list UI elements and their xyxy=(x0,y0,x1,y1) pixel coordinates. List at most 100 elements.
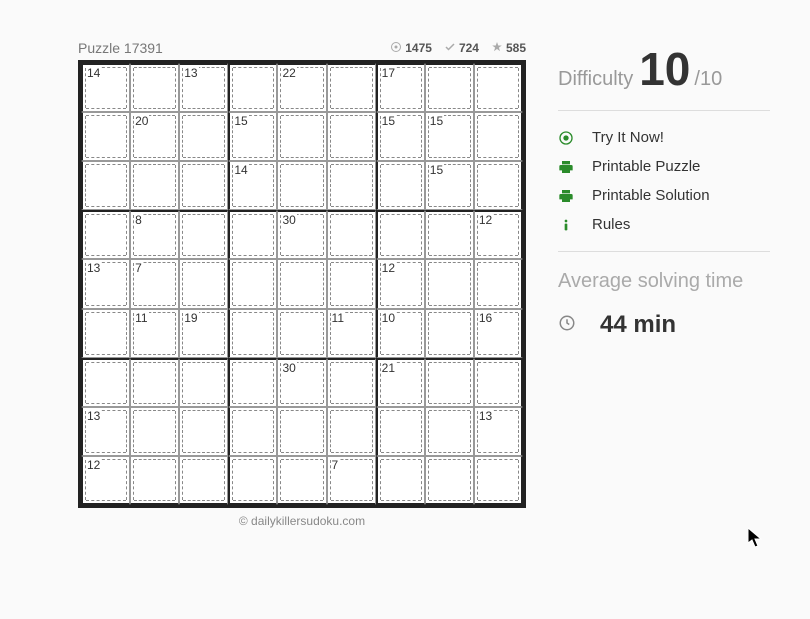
grid-cell[interactable]: 30 xyxy=(277,210,326,259)
grid-cell[interactable] xyxy=(228,63,277,112)
grid-cell[interactable]: 13 xyxy=(81,407,130,456)
grid-cell[interactable] xyxy=(81,210,130,259)
grid-cell[interactable] xyxy=(81,309,130,358)
grid-cell[interactable] xyxy=(179,112,228,161)
grid-cell[interactable]: 30 xyxy=(277,358,326,407)
grid-cell[interactable]: 13 xyxy=(179,63,228,112)
grid-cell[interactable] xyxy=(474,456,523,505)
grid-cell[interactable] xyxy=(179,210,228,259)
printable-solution-link[interactable]: Printable Solution xyxy=(558,187,770,204)
grid-cell[interactable] xyxy=(425,407,474,456)
grid-cell[interactable] xyxy=(277,456,326,505)
grid-cell[interactable] xyxy=(179,407,228,456)
grid-cell[interactable] xyxy=(327,112,376,161)
grid-cell[interactable] xyxy=(425,358,474,407)
grid-cell[interactable] xyxy=(130,407,179,456)
sudoku-grid[interactable]: 1413221720151515141583012137121119111016… xyxy=(78,60,526,508)
target-icon xyxy=(390,41,402,56)
grid-cell[interactable] xyxy=(327,358,376,407)
difficulty-label: Difficulty xyxy=(558,68,633,91)
grid-cell[interactable] xyxy=(130,456,179,505)
grid-cell[interactable]: 10 xyxy=(376,309,425,358)
grid-cell[interactable] xyxy=(179,259,228,308)
grid-cell[interactable] xyxy=(277,259,326,308)
grid-cell[interactable] xyxy=(376,210,425,259)
grid-cell[interactable] xyxy=(277,407,326,456)
try-it-now-link[interactable]: Try It Now! xyxy=(558,129,770,146)
grid-cell[interactable] xyxy=(277,309,326,358)
cage-sum: 14 xyxy=(86,66,101,80)
grid-cell[interactable] xyxy=(376,407,425,456)
grid-cell[interactable]: 21 xyxy=(376,358,425,407)
grid-cell[interactable] xyxy=(474,259,523,308)
difficulty-value: 10 xyxy=(639,46,690,92)
grid-cell[interactable] xyxy=(277,161,326,210)
rules-link[interactable]: Rules xyxy=(558,216,770,233)
grid-cell[interactable] xyxy=(425,456,474,505)
grid-cell[interactable] xyxy=(179,161,228,210)
grid-cell[interactable] xyxy=(130,63,179,112)
grid-cell[interactable] xyxy=(277,112,326,161)
grid-cell[interactable] xyxy=(425,210,474,259)
grid-cell[interactable]: 11 xyxy=(327,309,376,358)
grid-cell[interactable] xyxy=(228,456,277,505)
grid-cell[interactable]: 15 xyxy=(228,112,277,161)
grid-cell[interactable]: 13 xyxy=(81,259,130,308)
printable-puzzle-link[interactable]: Printable Puzzle xyxy=(558,158,770,175)
grid-cell[interactable]: 15 xyxy=(425,112,474,161)
grid-cell[interactable] xyxy=(425,309,474,358)
cage-sum: 15 xyxy=(381,114,396,128)
puzzle-title: Puzzle 17391 xyxy=(78,40,163,56)
grid-cell[interactable] xyxy=(228,407,277,456)
grid-cell[interactable]: 12 xyxy=(81,456,130,505)
grid-cell[interactable]: 15 xyxy=(376,112,425,161)
grid-cell[interactable]: 8 xyxy=(130,210,179,259)
grid-cell[interactable]: 7 xyxy=(130,259,179,308)
grid-cell[interactable] xyxy=(327,407,376,456)
grid-cell[interactable] xyxy=(228,259,277,308)
grid-cell[interactable]: 14 xyxy=(228,161,277,210)
difficulty-denom: /10 xyxy=(694,68,722,91)
grid-cell[interactable] xyxy=(179,358,228,407)
grid-cell[interactable]: 15 xyxy=(425,161,474,210)
grid-cell[interactable] xyxy=(81,358,130,407)
grid-cell[interactable] xyxy=(228,309,277,358)
grid-cell[interactable] xyxy=(327,259,376,308)
grid-cell[interactable] xyxy=(425,63,474,112)
grid-cell[interactable] xyxy=(474,358,523,407)
grid-cell[interactable] xyxy=(327,63,376,112)
grid-cell[interactable]: 12 xyxy=(474,210,523,259)
grid-cell[interactable] xyxy=(376,456,425,505)
avg-time-value: 44 min xyxy=(600,311,676,339)
grid-cell[interactable] xyxy=(130,358,179,407)
grid-cell[interactable]: 14 xyxy=(81,63,130,112)
grid-cell[interactable] xyxy=(327,210,376,259)
grid-cell[interactable]: 11 xyxy=(130,309,179,358)
grid-cell[interactable] xyxy=(474,161,523,210)
grid-cell[interactable] xyxy=(425,259,474,308)
grid-cell[interactable] xyxy=(179,456,228,505)
grid-cell[interactable]: 22 xyxy=(277,63,326,112)
grid-cell[interactable] xyxy=(81,161,130,210)
cage-sum: 19 xyxy=(183,311,198,325)
grid-cell[interactable] xyxy=(376,161,425,210)
action-links: Try It Now! Printable Puzzle Printable S… xyxy=(558,129,770,233)
grid-cell[interactable] xyxy=(228,210,277,259)
grid-cell[interactable]: 19 xyxy=(179,309,228,358)
grid-cell[interactable]: 13 xyxy=(474,407,523,456)
grid-cell[interactable] xyxy=(228,358,277,407)
grid-cell[interactable]: 20 xyxy=(130,112,179,161)
difficulty-row: Difficulty 10/10 xyxy=(558,46,770,92)
grid-cell[interactable]: 17 xyxy=(376,63,425,112)
cage-sum: 7 xyxy=(134,261,143,275)
grid-cell[interactable]: 12 xyxy=(376,259,425,308)
grid-cell[interactable] xyxy=(81,112,130,161)
cage-sum: 7 xyxy=(331,458,340,472)
grid-cell[interactable] xyxy=(474,63,523,112)
grid-cell[interactable] xyxy=(130,161,179,210)
grid-cell[interactable]: 7 xyxy=(327,456,376,505)
cage-sum: 12 xyxy=(478,213,493,227)
grid-cell[interactable]: 16 xyxy=(474,309,523,358)
grid-cell[interactable] xyxy=(474,112,523,161)
grid-cell[interactable] xyxy=(327,161,376,210)
